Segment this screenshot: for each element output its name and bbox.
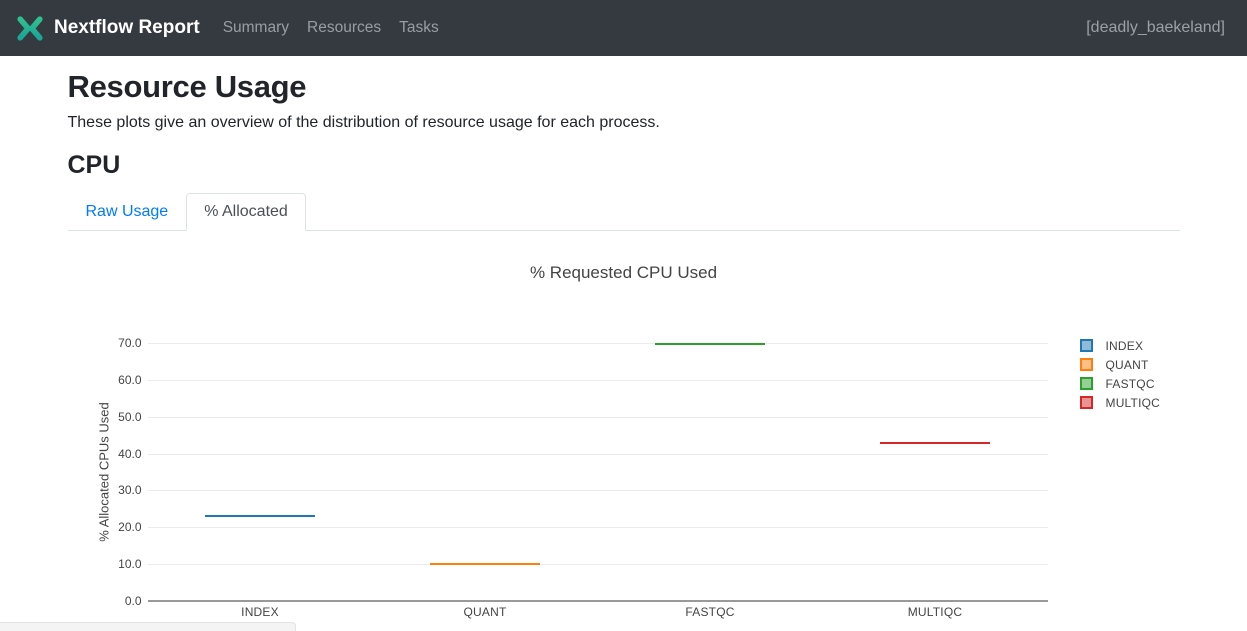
browser-status-bubble [0, 622, 296, 631]
nav-resources[interactable]: Resources [298, 11, 390, 45]
main-content: Resource Usage These plots give an overv… [68, 69, 1180, 631]
legend-swatch-index [1080, 339, 1093, 352]
legend-swatch-quant [1080, 358, 1093, 371]
x-axis-line [148, 600, 1048, 602]
legend-label-multiqc: MULTIQC [1106, 396, 1161, 410]
nextflow-logo-icon [16, 15, 44, 42]
box-trace-quant[interactable] [430, 563, 540, 565]
gridline-y-10 [148, 564, 1048, 565]
chart-title: % Requested CPU Used [68, 263, 1180, 283]
xtick-label-quant: QUANT [425, 605, 545, 619]
ytick-label-70: 70.0 [98, 336, 142, 350]
brand-title: Nextflow Report [54, 17, 200, 39]
legend-item-fastqc[interactable]: FASTQC [1080, 374, 1155, 393]
xtick-label-fastqc: FASTQC [650, 605, 770, 619]
nav-summary[interactable]: Summary [214, 11, 298, 45]
box-trace-multiqc[interactable] [880, 442, 990, 444]
run-name-badge: [deadly_baekeland] [1086, 19, 1231, 37]
ytick-label-30: 30.0 [98, 483, 142, 497]
gridline-y-40 [148, 454, 1048, 455]
tab-raw-usage[interactable]: Raw Usage [68, 193, 187, 231]
legend-label-index: INDEX [1106, 339, 1144, 353]
box-trace-index[interactable] [205, 515, 315, 517]
ytick-label-40: 40.0 [98, 447, 142, 461]
tab-pct-allocated[interactable]: % Allocated [186, 193, 306, 231]
box-trace-fastqc[interactable] [655, 343, 765, 345]
navbar-links: SummaryResourcesTasks [214, 11, 448, 45]
ytick-label-20: 20.0 [98, 520, 142, 534]
legend-swatch-fastqc [1080, 377, 1093, 390]
top-navbar: Nextflow Report SummaryResourcesTasks [d… [0, 0, 1247, 56]
ytick-label-10: 10.0 [98, 557, 142, 571]
gridline-y-20 [148, 527, 1048, 528]
gridline-y-50 [148, 417, 1048, 418]
legend-swatch-multiqc [1080, 396, 1093, 409]
xtick-label-multiqc: MULTIQC [875, 605, 995, 619]
brand-link[interactable]: Nextflow Report [16, 15, 200, 42]
ytick-label-60: 60.0 [98, 373, 142, 387]
cpu-tab-bar: Raw Usage% Allocated [68, 193, 1180, 231]
section-heading-cpu: CPU [68, 151, 1180, 180]
page-title: Resource Usage [68, 69, 1180, 105]
legend-label-quant: QUANT [1106, 358, 1149, 372]
legend-item-quant[interactable]: QUANT [1080, 355, 1149, 374]
legend-label-fastqc: FASTQC [1106, 377, 1155, 391]
legend-item-index[interactable]: INDEX [1080, 336, 1144, 355]
cpu-allocated-chart: % Requested CPU Used % Allocated CPUs Us… [68, 251, 1180, 631]
ytick-label-50: 50.0 [98, 410, 142, 424]
legend-item-multiqc[interactable]: MULTIQC [1080, 393, 1161, 412]
ytick-label-0: 0.0 [98, 594, 142, 608]
xtick-label-index: INDEX [200, 605, 320, 619]
gridline-y-30 [148, 490, 1048, 491]
nav-tasks[interactable]: Tasks [390, 11, 448, 45]
gridline-y-70 [148, 343, 1048, 344]
gridline-y-60 [148, 380, 1048, 381]
page-subtitle: These plots give an overview of the dist… [68, 114, 1180, 132]
